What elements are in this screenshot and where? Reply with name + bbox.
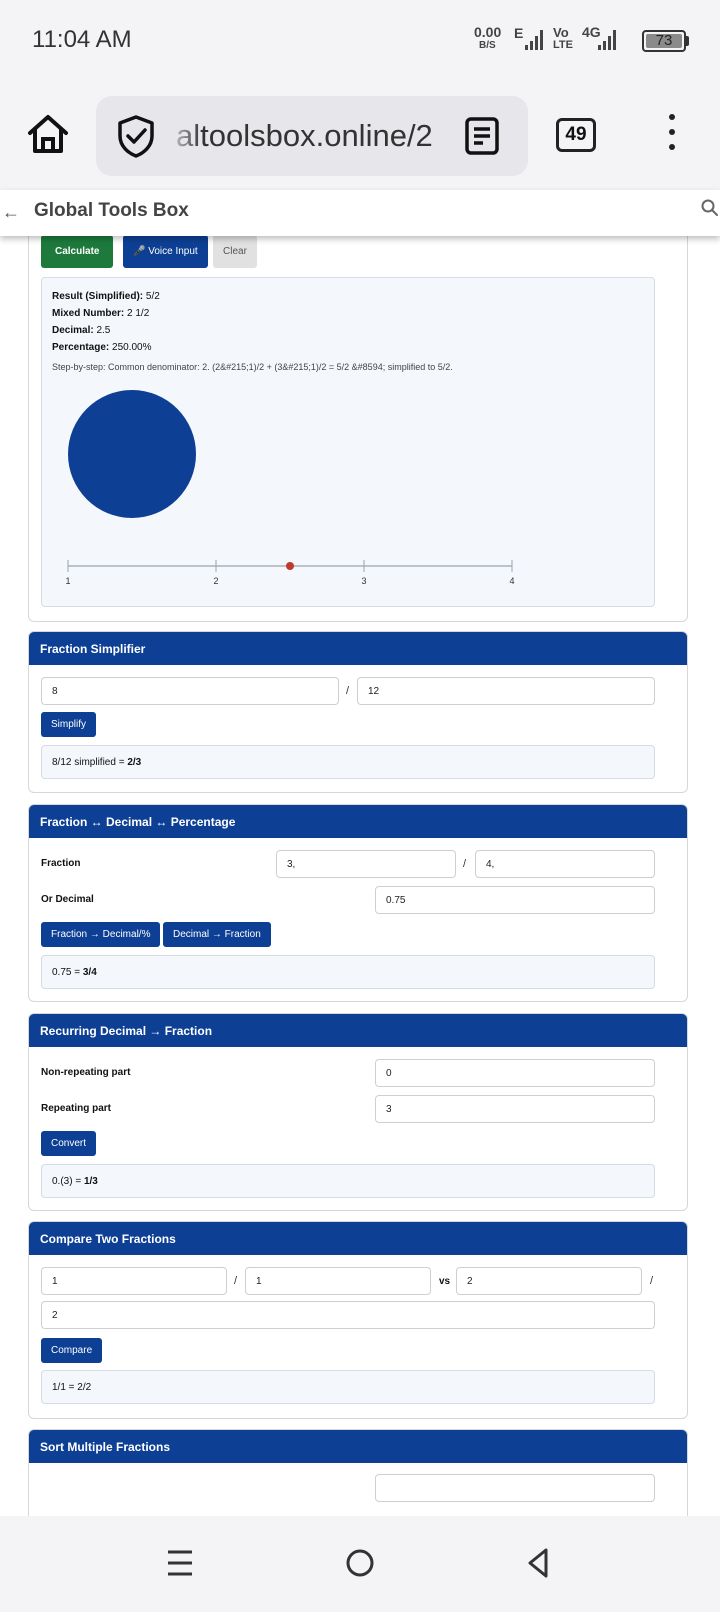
recurring-result-prefix: 0.(3) = [52,1176,84,1187]
battery-level: 73 [655,32,673,49]
compare-b-numerator-input[interactable]: 2 [456,1267,642,1295]
number-line: 1 2 3 4 [65,560,515,586]
simplifier-result: 8/12 simplified = 2/3 [41,745,655,779]
volte-top-label: Vo [553,25,569,40]
number-line-marker [286,562,294,570]
volte-bottom-label: LTE [553,39,573,51]
status-bar: 11:04 AM 0.00 B/S E Vo LTE 4G 73 [0,0,720,82]
sort-fractions-card: Sort Multiple Fractions [28,1429,688,1516]
compare-a-numerator-input[interactable]: 1 [41,1267,227,1295]
calculate-button[interactable]: Calculate [41,236,114,268]
fraction-to-decimal-button[interactable]: Fraction → Decimal/% [41,922,161,947]
number-line-tick-label: 4 [509,576,514,586]
simplifier-result-prefix: 8/12 simplified = [52,757,128,768]
decimal-label: Decimal: [52,325,94,336]
converter-slash: / [463,858,467,870]
fraction-pie [68,390,196,518]
fraction-decimal-percentage-card: Fraction ↔ Decimal ↔ Percentage Fraction… [28,804,688,1002]
compare-fractions-card: Compare Two Fractions 1 / 1 vs 2 / 2 Com… [28,1221,688,1419]
converter-denominator-input[interactable]: 4, [475,850,655,878]
converter-title: Fraction ↔ Decimal ↔ Percentage [29,805,687,838]
mixed-number-label: Mixed Number: [52,308,125,319]
result-simplified-label: Result (Simplified): [52,291,144,302]
page-content: Calculate 🎤 Voice Input Clear Result (Si… [0,236,720,1516]
url-text[interactable]: altoolsbox.online/2 [176,118,433,154]
site-header: ← Global Tools Box [0,190,720,236]
recurring-decimal-card: Recurring Decimal → Fraction Non-repeati… [28,1013,688,1211]
mixed-number-value: 2 1/2 [127,308,150,319]
clear-button[interactable]: Clear [213,236,257,268]
compare-title: Compare Two Fractions [29,1222,687,1255]
reader-mode-icon[interactable] [464,116,500,156]
convert-button[interactable]: Convert [41,1131,97,1156]
simplifier-numerator-input[interactable]: 8 [41,677,339,705]
decimal-to-fraction-button[interactable]: Decimal → Fraction [163,922,271,947]
converter-result: 0.75 = 3/4 [41,955,655,989]
browser-toolbar: altoolsbox.online/2 49 [0,82,720,190]
search-icon[interactable] [700,198,720,220]
recurring-title: Recurring Decimal → Fraction [29,1014,687,1047]
recurring-result: 0.(3) = 1/3 [41,1164,655,1198]
home-icon[interactable] [26,112,70,156]
compare-vs-label: vs [439,1276,451,1287]
number-line-tick-label: 2 [213,576,218,586]
clock: 11:04 AM [32,26,132,53]
converter-result-value: 3/4 [82,967,97,978]
percentage-value: 250.00% [112,342,152,353]
repeating-input[interactable]: 3 [375,1095,655,1123]
recent-apps-icon[interactable] [166,1546,194,1580]
result-simplified-value: 5/2 [145,291,160,302]
simplifier-title: Fraction Simplifier [29,632,687,665]
battery-icon: 73 [642,30,686,52]
signal-4g-icon [598,30,616,50]
compare-b-denominator-input[interactable]: 2 [41,1301,655,1329]
system-navigation-bar [0,1516,720,1612]
percentage-label: Percentage: [52,342,110,353]
site-title[interactable]: Global Tools Box [34,200,189,222]
simplifier-slash: / [346,685,350,697]
net-speed-value: 0.00 [474,24,502,40]
back-arrow-icon[interactable]: ← [2,202,20,223]
simplify-button[interactable]: Simplify [41,712,97,737]
more-options-icon[interactable] [658,114,686,154]
network-e-label: E [514,25,524,41]
repeating-label: Repeating part [41,1103,112,1114]
converter-decimal-input[interactable]: 0.75 [375,886,655,914]
voice-input-button[interactable]: 🎤 Voice Input [123,236,208,268]
back-nav-icon[interactable] [524,1546,552,1580]
compare-button[interactable]: Compare [41,1338,103,1363]
shield-check-icon[interactable] [116,114,156,158]
simplifier-denominator-input[interactable]: 12 [357,677,655,705]
home-nav-icon[interactable] [345,1548,375,1578]
converter-numerator-input[interactable]: 3, [276,850,456,878]
compare-result: 1/1 = 2/2 [41,1370,655,1404]
battery-cap [686,36,689,46]
calculator-result-box: Result (Simplified): 5/2 Mixed Number: 2… [41,277,655,607]
fraction-calculator-card: Calculate 🎤 Voice Input Clear Result (Si… [28,236,688,622]
compare-a-slash: / [234,1275,238,1287]
converter-result-prefix: 0.75 = [52,967,83,978]
converter-fraction-label: Fraction [41,858,81,869]
nonrepeating-input[interactable]: 0 [375,1059,655,1087]
step-by-step-text: Step-by-step: Common denominator: 2. (2&… [52,362,453,372]
number-line-tick-label: 1 [65,576,70,586]
converter-decimal-label: Or Decimal [41,894,94,905]
signal-icon [525,30,543,50]
net-speed-unit: B/S [479,40,496,51]
compare-b-slash: / [650,1275,654,1287]
nonrepeating-label: Non-repeating part [41,1067,131,1078]
sort-input[interactable] [375,1474,655,1502]
number-line-tick-label: 3 [361,576,366,586]
address-bar[interactable]: altoolsbox.online/2 [96,96,528,176]
sort-title: Sort Multiple Fractions [29,1430,687,1463]
simplifier-result-value: 2/3 [127,757,142,768]
recurring-result-value: 1/3 [83,1176,98,1187]
fraction-simplifier-card: Fraction Simplifier 8 / 12 Simplify 8/12… [28,631,688,793]
decimal-value: 2.5 [96,325,111,336]
compare-a-denominator-input[interactable]: 1 [245,1267,431,1295]
tab-switcher-button[interactable]: 49 [556,118,596,152]
